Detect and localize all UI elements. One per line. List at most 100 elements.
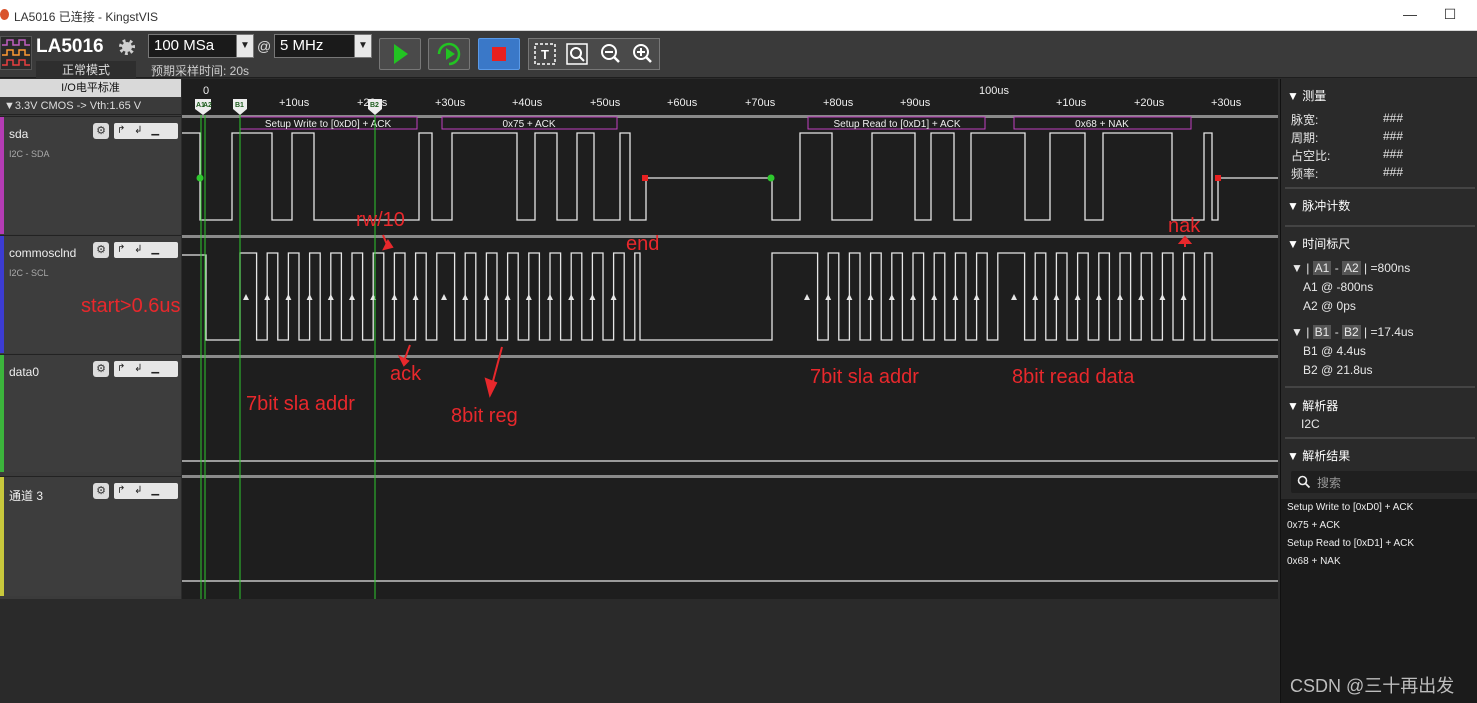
measure-label: 占空比: xyxy=(1291,149,1331,163)
rising-edge-arrow xyxy=(349,294,355,300)
device-name: LA5016 xyxy=(36,36,104,57)
results-section-title[interactable]: ▼ 解析结果 xyxy=(1287,447,1350,464)
decode-text: Setup Read to [0xD1] + ACK xyxy=(833,119,960,130)
gear-icon[interactable]: ⚙ xyxy=(93,483,109,499)
channel-panel: I/O电平标准 ▼3.3V CMOS -> Vth:1.65 V sda I2C… xyxy=(0,79,181,599)
analyzer-section-title[interactable]: ▼ 解析器 xyxy=(1287,397,1338,414)
annotation-end: end xyxy=(626,233,660,255)
measure-section-title[interactable]: ▼ 测量 xyxy=(1287,87,1326,104)
measure-value: ### xyxy=(1383,165,1404,179)
tick-label: +90us xyxy=(900,97,931,109)
measure-label: 频率: xyxy=(1291,167,1319,181)
stop-condition-marker xyxy=(642,175,648,181)
rising-edge-arrow xyxy=(952,294,959,300)
analyzer-item[interactable]: I2C xyxy=(1301,417,1320,431)
measure-value: ### xyxy=(1383,129,1404,143)
scl-clock-line xyxy=(182,252,1278,341)
channel-3[interactable]: 通道 3 ⚙ ↱ ↲ ▁ xyxy=(0,476,181,596)
gear-icon[interactable]: ⚙ xyxy=(93,361,109,377)
tick-label: +30us xyxy=(435,97,466,109)
trigger-selector[interactable]: ↱ ↲ ▁ xyxy=(114,242,178,258)
ruler-b-row[interactable]: ▼ | B1 - B2 | =17.4us xyxy=(1291,325,1414,339)
stop-condition-marker xyxy=(1215,175,1221,181)
device-mode[interactable]: 正常模式 xyxy=(36,61,136,78)
pulse-count-section-title[interactable]: ▼ 脉冲计数 xyxy=(1287,197,1350,214)
trigger-selector[interactable]: ↱ ↲ ▁ xyxy=(114,483,178,499)
measure-label: 周期: xyxy=(1291,131,1319,145)
result-item[interactable]: Setup Read to [0xD1] + ACK xyxy=(1281,535,1477,553)
rising-edge-arrow xyxy=(1180,294,1187,300)
view-tool-group: T xyxy=(528,38,660,70)
marker-label: A2 xyxy=(203,102,212,109)
title-bar: LA5016 已连接 - KingstVIS — ☐ xyxy=(0,0,1477,31)
result-item[interactable]: 0x75 + ACK xyxy=(1281,517,1477,535)
minimize-button[interactable]: — xyxy=(1400,6,1420,22)
stop-button[interactable] xyxy=(478,38,520,70)
scl-waveform xyxy=(182,252,1278,341)
rising-edge-arrow xyxy=(1053,294,1060,300)
tick-label: +60us xyxy=(667,97,698,109)
sda-waveform xyxy=(182,132,1278,221)
result-item[interactable]: 0x68 + NAK xyxy=(1281,553,1477,571)
sample-rate-select[interactable]: 5 MHz ▼ xyxy=(274,34,372,58)
rising-edge-arrow xyxy=(589,294,596,300)
trigger-selector[interactable]: ↱ ↲ ▁ xyxy=(114,123,178,139)
decode-text: 0x75 + ACK xyxy=(502,119,555,130)
sample-depth-value: 100 MSa xyxy=(154,37,215,54)
tick-label: +50us xyxy=(590,97,621,109)
annotation-sla-addr-1: 7bit sla addr xyxy=(246,393,355,415)
rising-edge-arrow xyxy=(391,294,398,300)
rising-edge-arrow xyxy=(931,294,938,300)
waveform-area[interactable]: 0 +10us +20us +30us +40us +50us +60us +7… xyxy=(182,79,1278,599)
channel-name: commosclnd xyxy=(9,246,77,260)
chevron-down-icon[interactable]: ▼ xyxy=(354,35,371,57)
rising-edge-arrow xyxy=(1011,294,1017,300)
tick-label: +40us xyxy=(512,97,543,109)
waveform-svg[interactable]: 0 +10us +20us +30us +40us +50us +60us +7… xyxy=(182,79,1278,599)
voltage-threshold[interactable]: ▼3.3V CMOS -> Vth:1.65 V xyxy=(0,97,181,115)
loop-start-button[interactable] xyxy=(428,38,470,70)
annotation-sla-addr-2: 7bit sla addr xyxy=(810,366,919,388)
rising-edge-arrow xyxy=(1159,294,1166,300)
row-separator xyxy=(182,355,1278,358)
sample-depth-select[interactable]: 100 MSa ▼ xyxy=(148,34,254,58)
chevron-down-icon[interactable]: ▼ xyxy=(236,35,253,57)
rising-edge-arrow xyxy=(1074,294,1081,300)
bottom-empty-area xyxy=(0,599,1279,703)
ruler-a-row[interactable]: ▼ | A1 - A2 | =800ns xyxy=(1291,261,1410,275)
trigger-selector[interactable]: ↱ ↲ ▁ xyxy=(114,361,178,377)
channel-data0[interactable]: data0 ⚙ ↱ ↲ ▁ xyxy=(0,354,181,472)
channel-commosclnd[interactable]: commosclnd I2C - SCL ⚙ ↱ ↲ ▁ xyxy=(0,235,181,353)
stop-icon xyxy=(492,47,506,61)
ruler-b2-position: B2 @ 21.8us xyxy=(1303,363,1373,377)
rising-edge-arrow xyxy=(846,294,853,300)
rising-edge-arrow xyxy=(1095,294,1102,300)
app-logo-icon xyxy=(0,9,9,20)
channel-color-bar xyxy=(0,355,4,472)
device-settings-gear-icon[interactable] xyxy=(119,39,135,55)
search-placeholder: 搜索 xyxy=(1317,476,1342,490)
row-separator xyxy=(182,235,1278,238)
annotation-rw: rw/10 xyxy=(356,209,405,231)
channel-protocol: I2C - SCL xyxy=(9,268,49,278)
rising-edge-arrow xyxy=(462,294,469,300)
annotation-ack: ack xyxy=(390,363,422,385)
ruler-a1-position: A1 @ -800ns xyxy=(1303,280,1374,294)
channel-name: 通道 3 xyxy=(9,489,44,503)
gear-icon[interactable]: ⚙ xyxy=(93,123,109,139)
channel-sda[interactable]: sda I2C - SDA ⚙ ↱ ↲ ▁ xyxy=(0,116,181,234)
channel-color-bar xyxy=(0,236,4,353)
channel-name: data0 xyxy=(9,365,40,379)
rising-edge-arrow xyxy=(547,294,553,300)
maximize-button[interactable]: ☐ xyxy=(1440,6,1460,23)
decode-text: Setup Write to [0xD0] + ACK xyxy=(265,119,392,130)
io-standard-header: I/O电平标准 xyxy=(0,79,181,97)
result-item[interactable]: Setup Write to [0xD0] + ACK xyxy=(1281,499,1477,517)
gear-icon[interactable]: ⚙ xyxy=(93,242,109,258)
rising-edge-arrow xyxy=(910,294,916,300)
start-button[interactable] xyxy=(379,38,421,70)
marker-label: B1 xyxy=(235,102,244,109)
tick-label: +10us xyxy=(279,97,310,109)
results-search-box[interactable]: 搜索 xyxy=(1291,471,1477,493)
time-ruler-section-title[interactable]: ▼ 时间标尺 xyxy=(1287,235,1350,252)
